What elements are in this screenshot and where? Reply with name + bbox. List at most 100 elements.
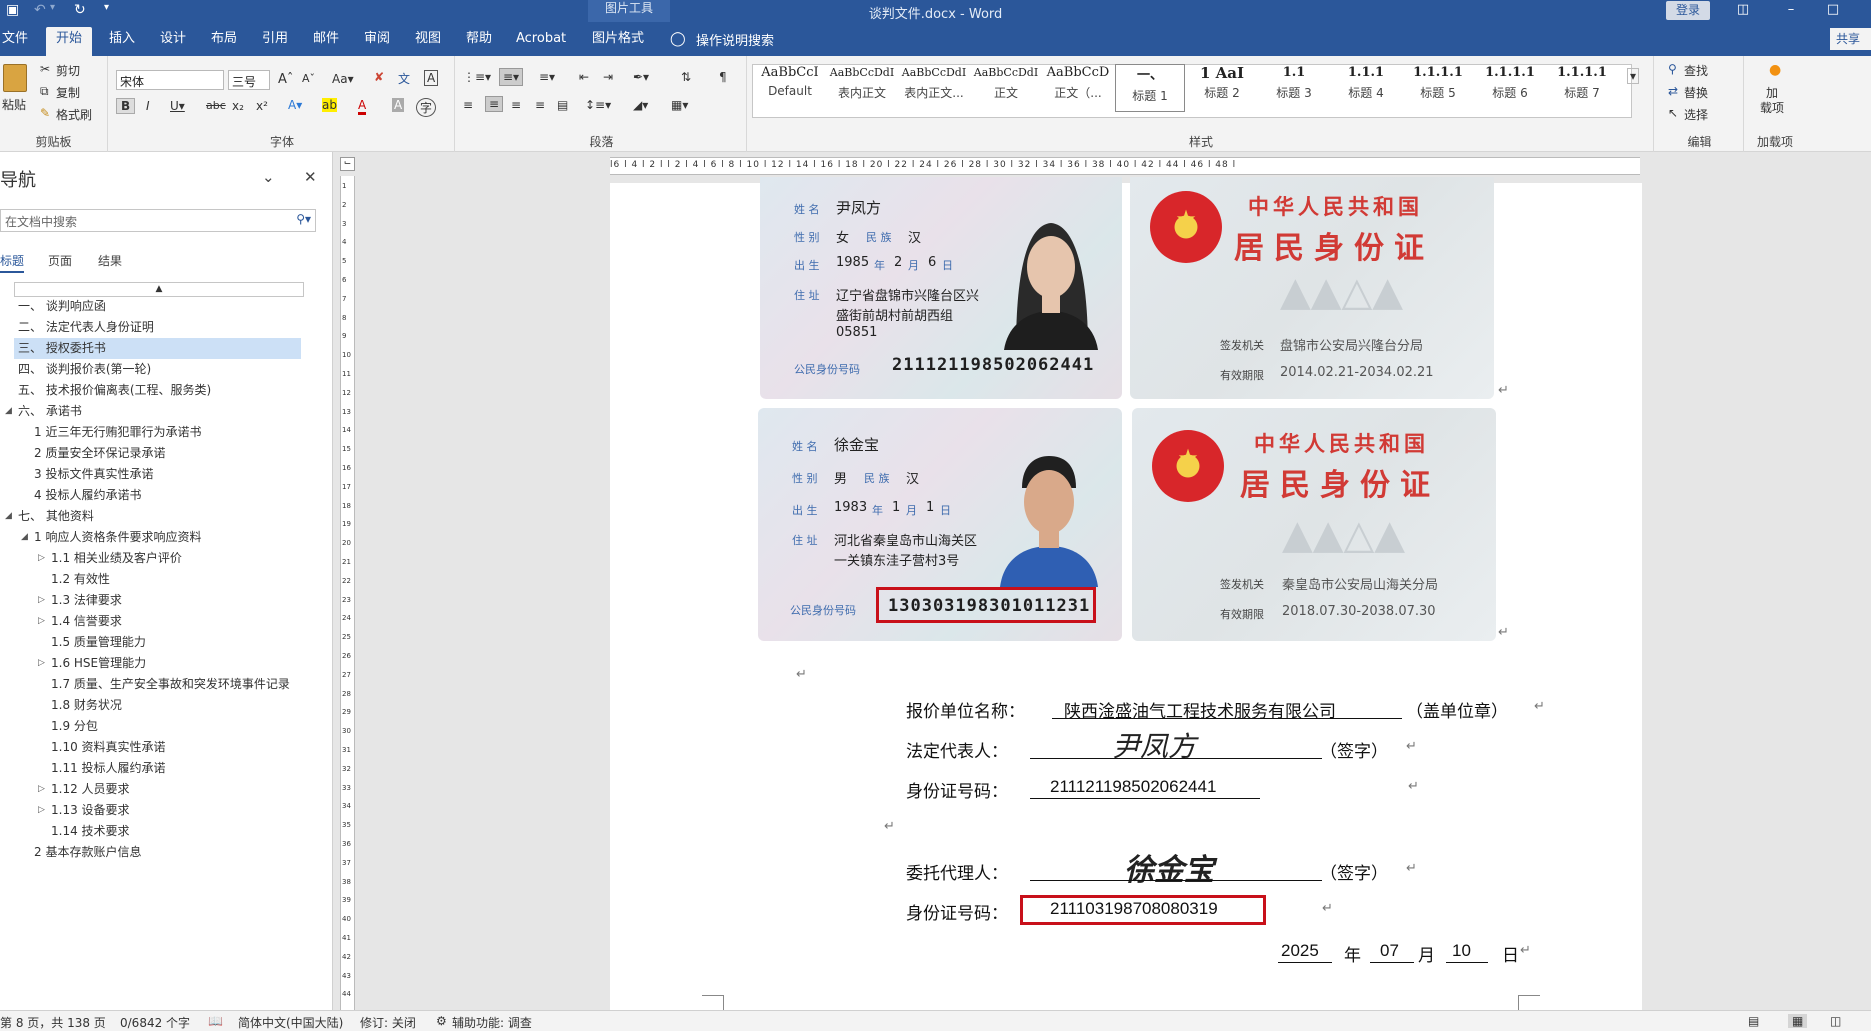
login-button[interactable]: 登录: [1666, 1, 1710, 20]
nav-heading-item[interactable]: 五、 技术报价偏离表(工程、服务类): [18, 380, 211, 401]
id-card-1-front[interactable]: 姓 名 尹凤方 性 别 女 民 族 汉 出 生 1985 年 2 月 6 日 住…: [760, 177, 1122, 399]
nav-heading-item[interactable]: 三、 授权委托书: [14, 338, 301, 359]
decrease-indent-icon[interactable]: ⇤: [579, 70, 589, 84]
accessibility-status[interactable]: 辅助功能: 调查: [452, 1014, 532, 1031]
nav-options-icon[interactable]: ⌄: [262, 168, 275, 186]
language-status[interactable]: 简体中文(中国大陆): [238, 1014, 343, 1031]
tab-picture-format[interactable]: 图片格式: [592, 30, 644, 48]
expand-arrow-icon[interactable]: ▷: [38, 779, 45, 800]
shading-icon[interactable]: ◢▾: [633, 98, 648, 112]
style-normal-2[interactable]: AaBbCcD 正文（...: [1043, 62, 1113, 108]
close-icon[interactable]: ✕: [304, 168, 317, 186]
font-size-select[interactable]: 三号: [228, 70, 270, 90]
tell-me-search[interactable]: 操作说明搜索: [696, 30, 774, 49]
nav-heading-item[interactable]: 2 基本存款账户信息: [34, 842, 141, 863]
highlight-color-icon[interactable]: ab: [322, 98, 337, 112]
char-border-icon[interactable]: A: [424, 70, 439, 86]
minimize-icon[interactable]: –: [1770, 0, 1812, 20]
nav-heading-item[interactable]: 1.3 法律要求: [51, 590, 122, 611]
nav-heading-item[interactable]: 1.5 质量管理能力: [51, 632, 146, 653]
nav-heading-item[interactable]: 1.6 HSE管理能力: [51, 653, 146, 674]
maximize-icon[interactable]: □: [1812, 0, 1854, 20]
nav-tab-pages[interactable]: 页面: [48, 252, 72, 269]
align-center-icon[interactable]: ≡: [485, 96, 504, 112]
italic-button[interactable]: I: [146, 99, 150, 113]
char-shading-icon[interactable]: A: [392, 98, 405, 112]
accessibility-icon[interactable]: ⚙: [436, 1014, 447, 1028]
subscript-button[interactable]: x₂: [232, 99, 244, 113]
change-case-icon[interactable]: Aa▾: [332, 72, 354, 86]
collapse-arrow-icon[interactable]: ◢: [5, 506, 12, 527]
addins-button[interactable]: 加 载项: [1760, 86, 1784, 116]
paste-button[interactable]: 粘贴: [2, 96, 26, 113]
ribbon-display-options-icon[interactable]: ◫: [1722, 0, 1764, 20]
style-default[interactable]: AaBbCcI Default: [755, 62, 825, 108]
style-heading-3[interactable]: 1.1 标题 3: [1259, 62, 1329, 108]
nav-tab-headings[interactable]: 标题: [0, 252, 25, 273]
format-painter-icon[interactable]: ✎: [40, 106, 50, 120]
style-heading-6[interactable]: 1.1.1.1 标题 6: [1475, 62, 1545, 108]
tab-design[interactable]: 设计: [160, 30, 186, 48]
grow-font-icon[interactable]: Aˆ: [278, 72, 293, 87]
word-count[interactable]: 0/6842 个字: [120, 1014, 190, 1031]
share-button[interactable]: 共享: [1830, 28, 1871, 50]
scroll-up-button[interactable]: ▲: [14, 282, 304, 297]
select-button[interactable]: 选择: [1684, 106, 1708, 123]
horizontal-ruler[interactable]: l6 l 4 l 2 l l 2 l 4 l 6 l 8 l 10 l 12 l…: [610, 157, 1640, 175]
expand-arrow-icon[interactable]: ▷: [38, 590, 45, 611]
nav-heading-item[interactable]: 1.12 人员要求: [51, 779, 130, 800]
bullets-icon[interactable]: ⋮≡▾: [463, 70, 491, 84]
expand-arrow-icon[interactable]: ▷: [38, 653, 45, 674]
tab-help[interactable]: 帮助: [466, 30, 492, 48]
track-changes-status[interactable]: 修订: 关闭: [360, 1014, 416, 1031]
nav-heading-item[interactable]: 七、 其他资料: [18, 506, 94, 527]
style-table-body[interactable]: AaBbCcDdI 表内正文: [827, 62, 897, 108]
multilevel-list-icon[interactable]: ≡▾: [539, 70, 555, 84]
nav-heading-item[interactable]: 一、 谈判响应函: [18, 296, 106, 317]
tab-layout[interactable]: 布局: [211, 30, 237, 48]
tab-mailings[interactable]: 邮件: [313, 30, 339, 48]
style-normal[interactable]: AaBbCcDdI 正文: [971, 62, 1041, 108]
nav-heading-item[interactable]: 1.8 财务状况: [51, 695, 122, 716]
select-icon[interactable]: ↖: [1668, 106, 1678, 120]
copy-button[interactable]: 复制: [56, 84, 80, 101]
page-count[interactable]: 第 8 页，共 138 页: [0, 1014, 106, 1031]
tab-references[interactable]: 引用: [262, 30, 288, 48]
text-effects-icon[interactable]: A▾: [288, 98, 302, 112]
tab-review[interactable]: 审阅: [364, 30, 390, 48]
expand-arrow-icon[interactable]: ▷: [38, 800, 45, 821]
nav-heading-item[interactable]: 1.14 技术要求: [51, 821, 130, 842]
increase-indent-icon[interactable]: ⇥: [603, 70, 613, 84]
nav-heading-item[interactable]: 1.13 设备要求: [51, 800, 130, 821]
tab-selector-icon[interactable]: ⌙: [340, 157, 355, 171]
nav-heading-item[interactable]: 1.4 信誉要求: [51, 611, 122, 632]
align-left-icon[interactable]: ≡: [463, 98, 473, 112]
print-layout-icon[interactable]: ▦: [1788, 1014, 1808, 1028]
addins-icon[interactable]: ●: [1769, 62, 1781, 78]
styles-scroll-icon[interactable]: ▾: [1627, 68, 1640, 84]
expand-arrow-icon[interactable]: ▷: [38, 548, 45, 569]
nav-heading-item[interactable]: 1.1 相关业绩及客户评价: [51, 548, 182, 569]
nav-heading-item[interactable]: 四、 谈判报价表(第一轮): [18, 359, 151, 380]
collapse-arrow-icon[interactable]: ◢: [5, 401, 12, 422]
tab-view[interactable]: 视图: [415, 30, 441, 48]
copy-icon[interactable]: ⧉: [40, 84, 49, 99]
nav-heading-item[interactable]: 1.11 投标人履约承诺: [51, 758, 166, 779]
chinese-layout-icon[interactable]: ✒▾: [633, 70, 649, 84]
font-family-select[interactable]: 宋体: [116, 70, 224, 90]
style-heading-2[interactable]: 1 AaI 标题 2: [1187, 62, 1257, 108]
show-marks-icon[interactable]: ¶: [719, 70, 727, 84]
nav-heading-item[interactable]: 1 响应人资格条件要求响应资料: [34, 527, 201, 548]
style-heading-5[interactable]: 1.1.1.1 标题 5: [1403, 62, 1473, 108]
clear-formatting-icon[interactable]: ✘: [374, 70, 384, 84]
web-layout-icon[interactable]: ◫: [1830, 1014, 1841, 1028]
phonetic-guide-icon[interactable]: 文: [398, 70, 410, 87]
cut-button[interactable]: 剪切: [56, 62, 80, 79]
enclose-char-icon[interactable]: 字: [416, 98, 437, 117]
font-color-icon[interactable]: A: [358, 98, 367, 115]
expand-arrow-icon[interactable]: ▷: [38, 611, 45, 632]
nav-search-input[interactable]: 在文档中搜索 ⚲▾: [0, 209, 316, 232]
nav-heading-item[interactable]: 2 质量安全环保记录承诺: [34, 443, 165, 464]
scissors-icon[interactable]: ✂: [40, 62, 50, 76]
tab-home[interactable]: 开始: [46, 27, 93, 56]
